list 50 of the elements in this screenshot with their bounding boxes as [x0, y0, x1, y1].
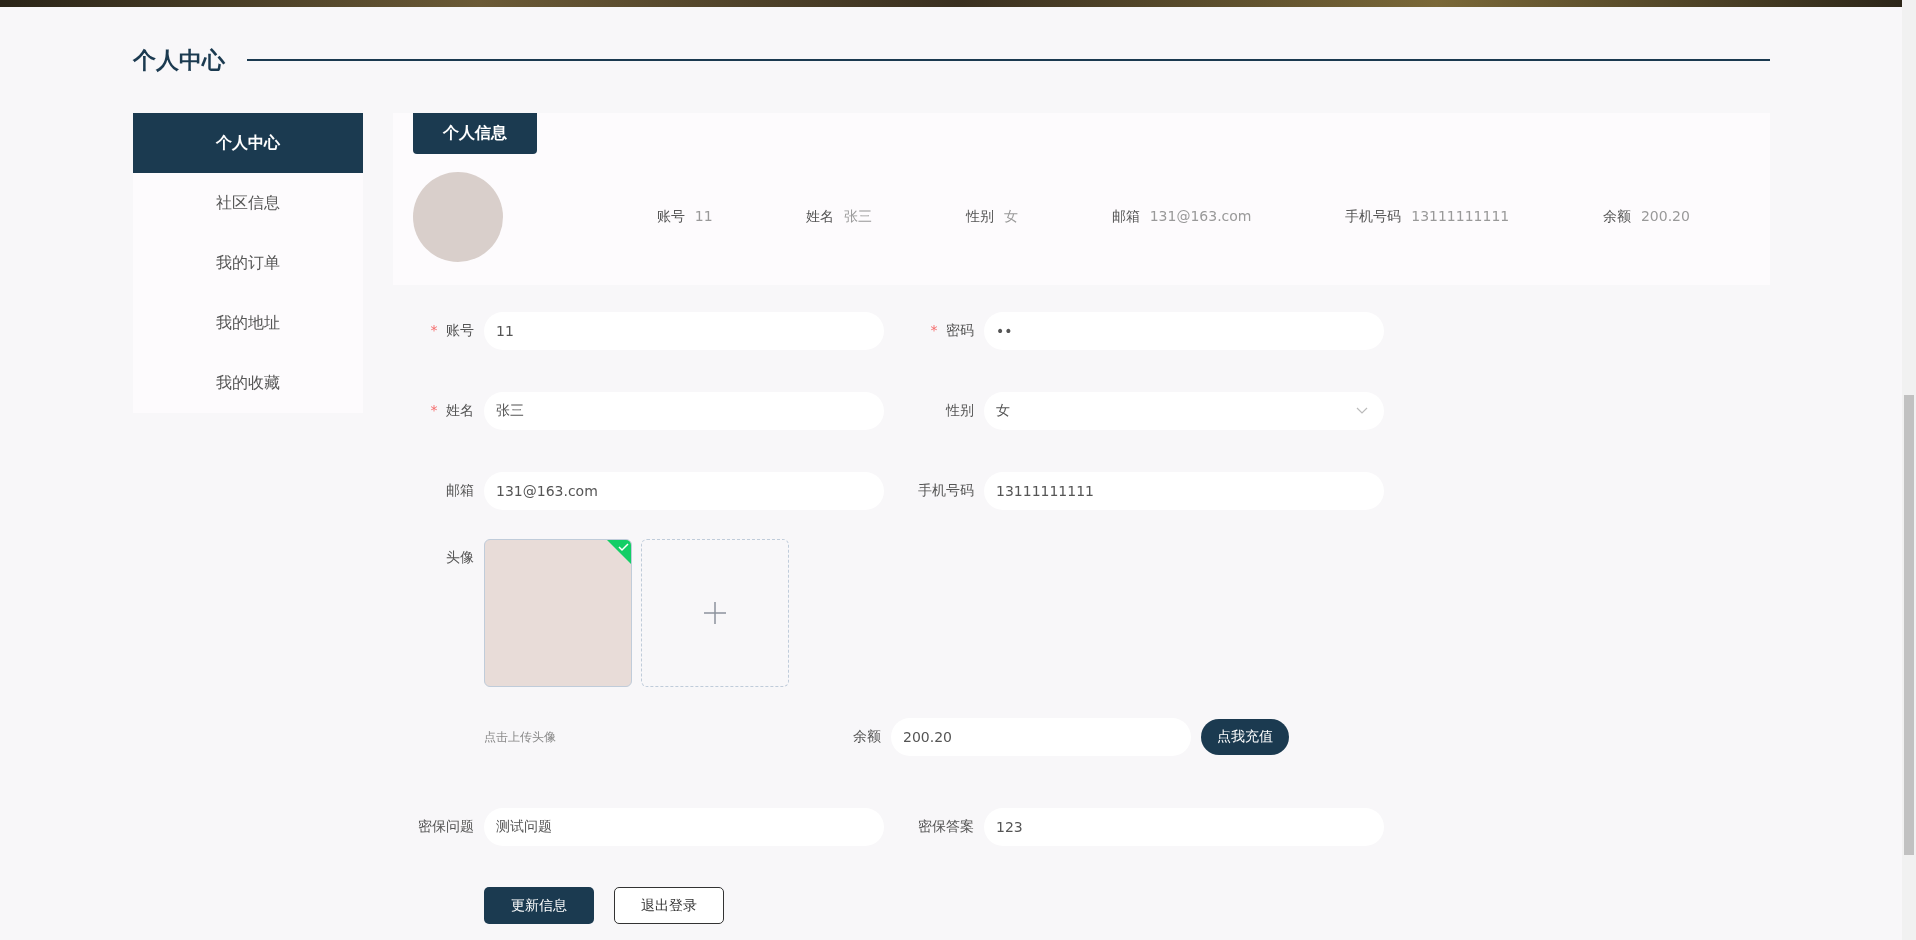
summary-value: 131@163.com — [1149, 208, 1252, 226]
field-label: 余额 — [852, 728, 881, 746]
input-field[interactable]: 200.20 — [891, 718, 1191, 756]
summary-label: 余额 — [1602, 208, 1631, 226]
update-button[interactable]: 更新信息 — [484, 887, 594, 924]
sidebar-item[interactable]: 我的收藏 — [133, 353, 363, 413]
logout-button[interactable]: 退出登录 — [614, 887, 724, 924]
select-field[interactable]: 女 — [984, 392, 1384, 430]
select-value: 女 — [996, 402, 1010, 420]
summary-label: 姓名 — [806, 208, 835, 226]
scrollbar[interactable] — [1902, 0, 1916, 940]
sidebar-item[interactable]: 社区信息 — [133, 173, 363, 233]
summary-label: 性别 — [966, 208, 994, 226]
input-field[interactable]: 张三 — [484, 392, 884, 430]
chevron-down-icon — [1356, 407, 1368, 415]
field-label: 邮箱 — [446, 482, 474, 498]
field-label: 手机号码 — [918, 482, 974, 498]
required-mark: * — [430, 322, 438, 338]
summary-value: 13111111111 — [1411, 208, 1510, 226]
field-label: 密保答案 — [918, 818, 974, 834]
summary-value: 11 — [694, 208, 713, 226]
input-field[interactable]: 123 — [984, 808, 1384, 846]
sidebar-item[interactable]: 我的地址 — [133, 293, 363, 353]
field-label: 密保问题 — [418, 818, 474, 834]
input-field[interactable]: 测试问题 — [484, 808, 884, 846]
summary-value: 200.20 — [1640, 208, 1690, 226]
required-mark: * — [430, 402, 438, 418]
sidebar-item[interactable]: 个人中心 — [133, 113, 363, 173]
input-field[interactable]: 131@163.com — [484, 472, 884, 510]
field-label: 账号 — [446, 322, 474, 338]
summary-label: 手机号码 — [1345, 208, 1402, 226]
upload-button[interactable] — [641, 539, 789, 687]
input-field[interactable]: 11 — [484, 312, 884, 350]
field-label: 性别 — [946, 402, 974, 418]
upload-hint: 点击上传头像 — [484, 728, 557, 746]
input-field[interactable]: 13111111111 — [984, 472, 1384, 510]
page-title: 个人中心 — [133, 45, 225, 75]
field-label: 密码 — [946, 322, 974, 338]
plus-icon — [703, 601, 727, 625]
required-mark: * — [930, 322, 938, 338]
sidebar-item[interactable]: 我的订单 — [133, 233, 363, 293]
summary-label: 邮箱 — [1111, 208, 1140, 226]
recharge-button[interactable]: 点我充值 — [1201, 719, 1289, 755]
summary-value: 张三 — [844, 208, 873, 226]
input-field[interactable]: •• — [984, 312, 1384, 350]
profile-tab[interactable]: 个人信息 — [413, 113, 537, 154]
summary-value: 女 — [1004, 208, 1018, 226]
field-label: 姓名 — [446, 402, 474, 418]
summary-label: 账号 — [656, 208, 685, 226]
field-label: 头像 — [446, 549, 474, 565]
